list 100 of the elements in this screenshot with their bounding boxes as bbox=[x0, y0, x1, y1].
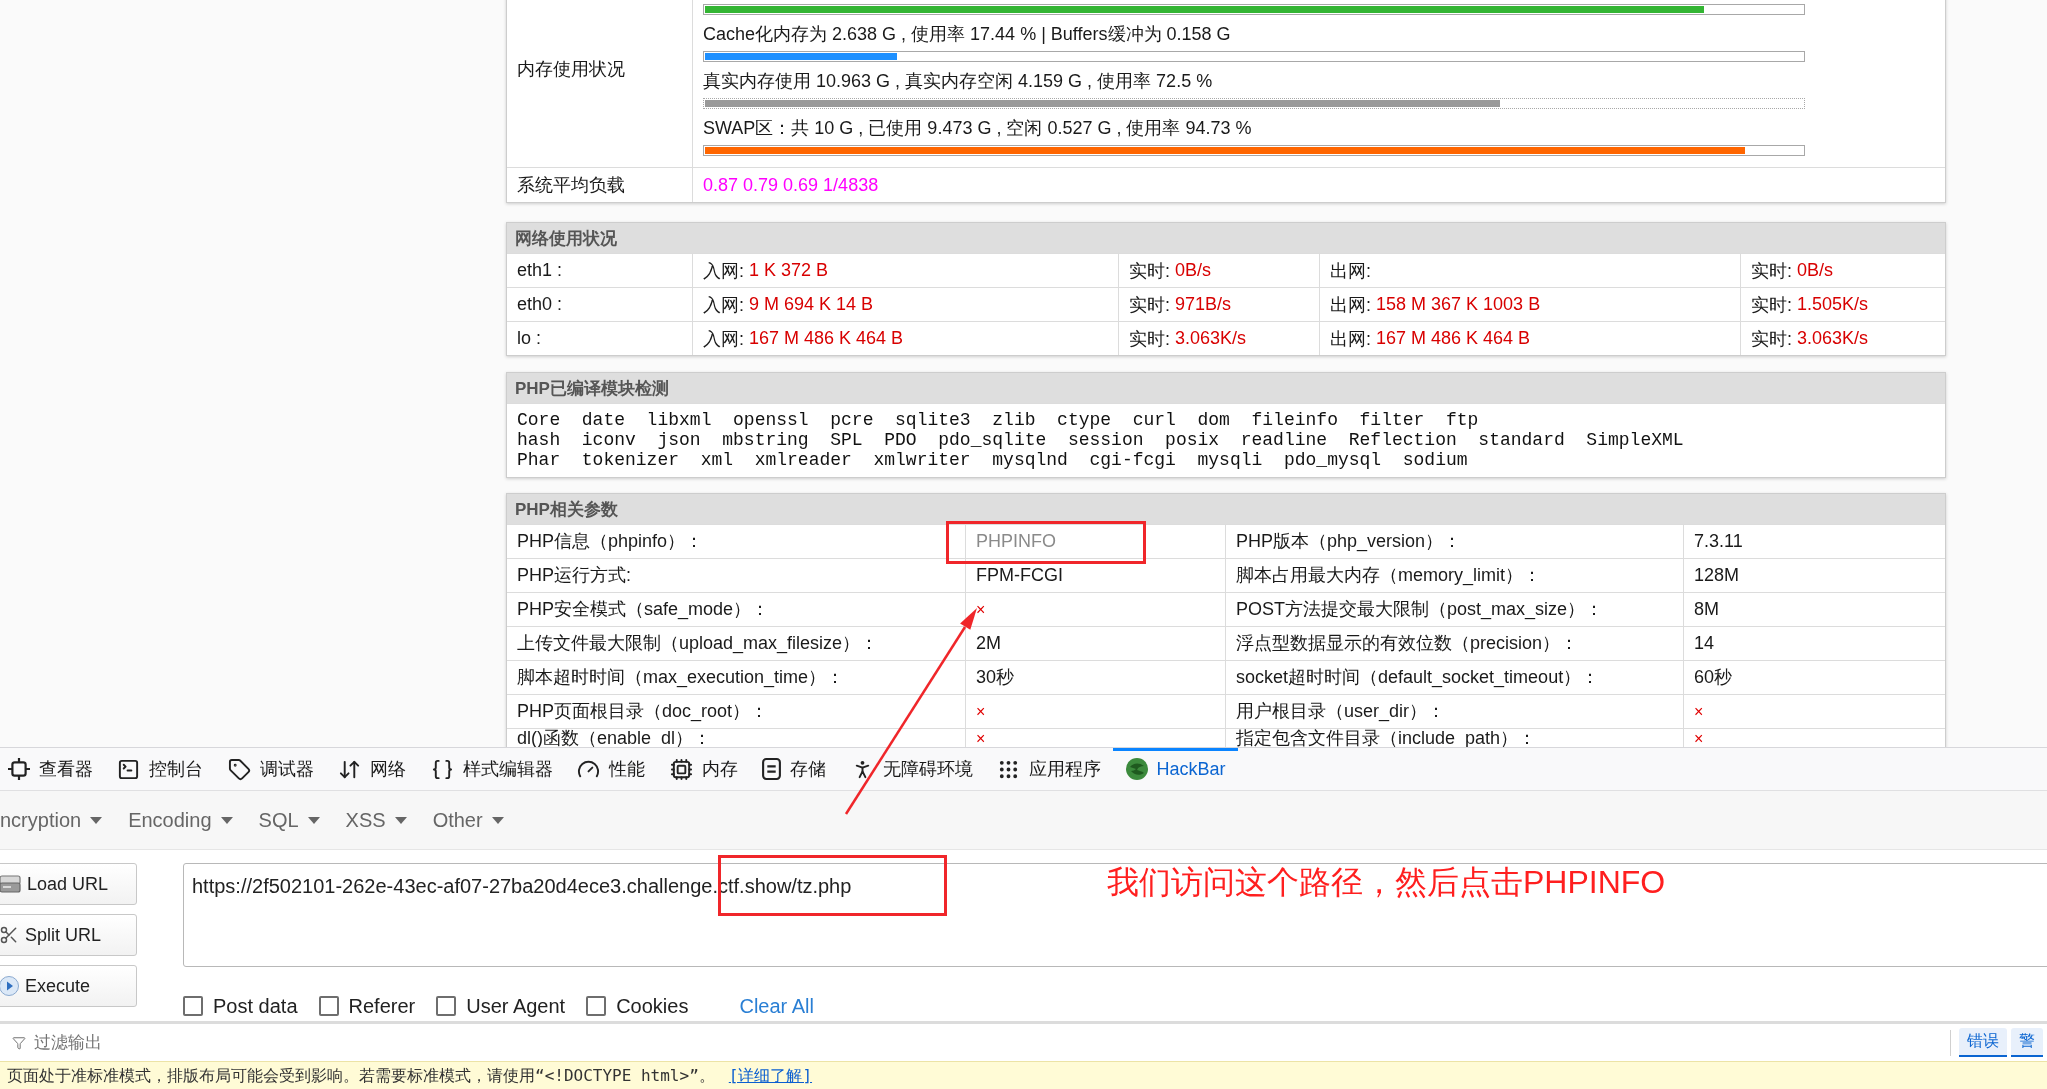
stat-label: 实时: bbox=[1751, 259, 1792, 283]
disk-drive-icon bbox=[0, 875, 21, 893]
clear-all-link[interactable]: Clear All bbox=[739, 994, 814, 1018]
square-frame-icon bbox=[7, 758, 30, 780]
devtools-tab[interactable]: 调试器 bbox=[215, 748, 326, 790]
braces-icon bbox=[430, 757, 454, 781]
execute-button[interactable]: Execute bbox=[0, 965, 137, 1007]
table-cell: FPM-FCGI bbox=[966, 559, 1226, 592]
menu-dropdown[interactable]: ncryption bbox=[0, 808, 103, 832]
checkbox-label[interactable]: Cookies bbox=[616, 994, 689, 1018]
stat-value: 0B/s bbox=[1175, 260, 1212, 281]
notice-text: 页面处于准标准模式，排版布局可能会受到影响。若需要标准模式，请使用“<!DOCTYPE html>”。 bbox=[7, 1065, 715, 1087]
stat-label: 实时: bbox=[1751, 327, 1792, 351]
stat-value: 167 M 486 K 464 B bbox=[749, 328, 904, 349]
stat-label: 入网: bbox=[703, 259, 744, 283]
caret-icon bbox=[394, 816, 407, 824]
menu-dropdown[interactable]: Encoding bbox=[128, 808, 233, 832]
table-cell: socket超时时间（default_socket_timeout）： bbox=[1226, 661, 1684, 694]
devtools-tab[interactable]: 存储 bbox=[749, 748, 838, 790]
caret-icon bbox=[307, 816, 320, 824]
section-header: PHP相关参数 bbox=[507, 494, 1945, 524]
devtools-tab[interactable]: 应用程序 bbox=[984, 748, 1113, 790]
table-cell: lo : bbox=[507, 322, 693, 355]
devtools-tab[interactable]: HackBar bbox=[1113, 748, 1238, 790]
list-box-icon bbox=[762, 758, 781, 780]
checkbox[interactable] bbox=[183, 996, 203, 1016]
filter-field[interactable]: 过滤输出 bbox=[32, 1027, 1950, 1058]
table-cell-text: 7.3.11 bbox=[1693, 530, 1744, 553]
memory-stat-text: Cache化内存为 2.638 G , 使用率 17.44 % | Buffers缓冲为 0.158 G bbox=[703, 23, 1232, 46]
devtools-tab[interactable]: 样式编辑器 bbox=[418, 748, 565, 790]
stat-value: 1.505K/s bbox=[1797, 294, 1869, 315]
checkbox-label[interactable]: User Agent bbox=[466, 994, 566, 1018]
devtools-tab[interactable]: 查看器 bbox=[0, 748, 105, 790]
section-header: 网络使用状况 bbox=[507, 223, 1945, 253]
table-cell: POST方法提交最大限制（post_max_size）： bbox=[1226, 593, 1684, 626]
table-cell: 上传文件最大限制（upload_max_filesize）： bbox=[507, 627, 966, 660]
split-url-button[interactable]: Split URL bbox=[0, 914, 137, 956]
load-url-button[interactable]: Load URL bbox=[0, 863, 137, 905]
table-cell: 30秒 bbox=[966, 661, 1226, 694]
stat-label: 实时: bbox=[1129, 259, 1170, 283]
checkbox[interactable] bbox=[586, 996, 607, 1016]
checkbox[interactable] bbox=[436, 996, 457, 1016]
learn-more-link[interactable]: [详细了解] bbox=[728, 1065, 813, 1087]
ball-icon bbox=[1125, 758, 1148, 780]
caret-icon bbox=[491, 816, 504, 824]
play-icon bbox=[0, 976, 19, 996]
table-cell: 浮点型数据显示的有效位数（precision）： bbox=[1226, 627, 1684, 660]
stat-value: 971B/s bbox=[1175, 294, 1232, 315]
chip-icon bbox=[669, 757, 693, 781]
table-cell: 脚本超时时间（max_execution_time）： bbox=[507, 661, 966, 694]
table-cell-text: 14 bbox=[1693, 632, 1716, 655]
table-cell: PHP页面根目录（doc_root）： bbox=[507, 695, 966, 728]
stat-label: 实时: bbox=[1129, 293, 1170, 317]
table-cell: 内存使用状况 bbox=[507, 0, 693, 167]
caret-icon bbox=[90, 816, 103, 824]
stat-value: 9 M 694 K 14 B bbox=[749, 294, 874, 315]
stat-value: 3.063K/s bbox=[1175, 328, 1247, 349]
menu-dropdown[interactable]: Other bbox=[432, 808, 504, 832]
tag-icon bbox=[227, 757, 251, 781]
table-cell: 系统平均负载 bbox=[507, 168, 693, 202]
table-cell-text: 0.87 0.79 0.69 1/4838 bbox=[702, 173, 880, 197]
module-list-line: hash iconv json mbstring SPL PDO pdo_sqlite session posix readline Reflection standard SimpleXML bbox=[517, 430, 1685, 450]
devtools-tab[interactable]: 性能 bbox=[564, 748, 657, 790]
scissors-icon bbox=[0, 925, 19, 945]
stat-label: 入网: bbox=[703, 327, 744, 351]
table-cell: PHP运行方式: bbox=[507, 559, 966, 592]
devtools-tab[interactable]: 控制台 bbox=[104, 748, 215, 790]
log-filter-button[interactable]: 错误 bbox=[1959, 1028, 2007, 1057]
stat-value: 167 M 486 K 464 B bbox=[1376, 328, 1531, 349]
cross-mark: × bbox=[1693, 729, 1705, 747]
stat-value: 1 K 372 B bbox=[749, 260, 829, 281]
stat-label: 实时: bbox=[1129, 327, 1170, 351]
memory-stat-text: SWAP区：共 10 G , 已使用 9.473 G , 空闲 0.527 G , 使用率 94.73 % bbox=[703, 117, 1253, 140]
cross-mark: × bbox=[1693, 702, 1705, 722]
annotation-note: 我们访问这个路径，然后点击PHPINFO bbox=[1107, 865, 1666, 899]
table-cell-text: 128M bbox=[1693, 564, 1741, 587]
stat-label: 入网: bbox=[703, 293, 744, 317]
checkbox-label[interactable]: Post data bbox=[213, 994, 298, 1018]
table-cell-text: 60秒 bbox=[1693, 666, 1734, 689]
checkbox-label[interactable]: Referer bbox=[348, 994, 416, 1018]
table-cell: 脚本占用最大内存（memory_limit）： bbox=[1226, 559, 1684, 592]
filter-icon bbox=[12, 1035, 26, 1050]
devtools-tab[interactable]: 内存 bbox=[657, 748, 750, 790]
stat-label: 实时: bbox=[1751, 293, 1792, 317]
section-header: PHP已编译模块检测 bbox=[507, 373, 1945, 403]
terminal-icon bbox=[117, 757, 140, 781]
devtools-tab[interactable]: 网络 bbox=[325, 748, 418, 790]
log-filter-button[interactable]: 警 bbox=[2011, 1028, 2043, 1057]
module-list-line: Phar tokenizer xml xmlreader xmlwriter mysqlnd cgi-fcgi mysqli pdo_mysql sodium bbox=[517, 450, 1469, 470]
stat-value: 158 M 367 K 1003 B bbox=[1376, 294, 1541, 315]
stat-label: 出网: bbox=[1330, 259, 1371, 283]
table-cell-text: 8M bbox=[1693, 598, 1720, 621]
stat-label: 出网: bbox=[1330, 327, 1371, 351]
stat-value: 0B/s bbox=[1797, 260, 1834, 281]
menu-dropdown[interactable]: SQL bbox=[258, 808, 320, 832]
table-cell: 用户根目录（user_dir）： bbox=[1226, 695, 1684, 728]
checkbox[interactable] bbox=[318, 996, 339, 1016]
menu-dropdown[interactable]: XSS bbox=[345, 808, 407, 832]
table-cell: PHP信息（phpinfo）： bbox=[507, 525, 966, 558]
devtools-tab[interactable]: 无障碍环境 bbox=[838, 748, 985, 790]
